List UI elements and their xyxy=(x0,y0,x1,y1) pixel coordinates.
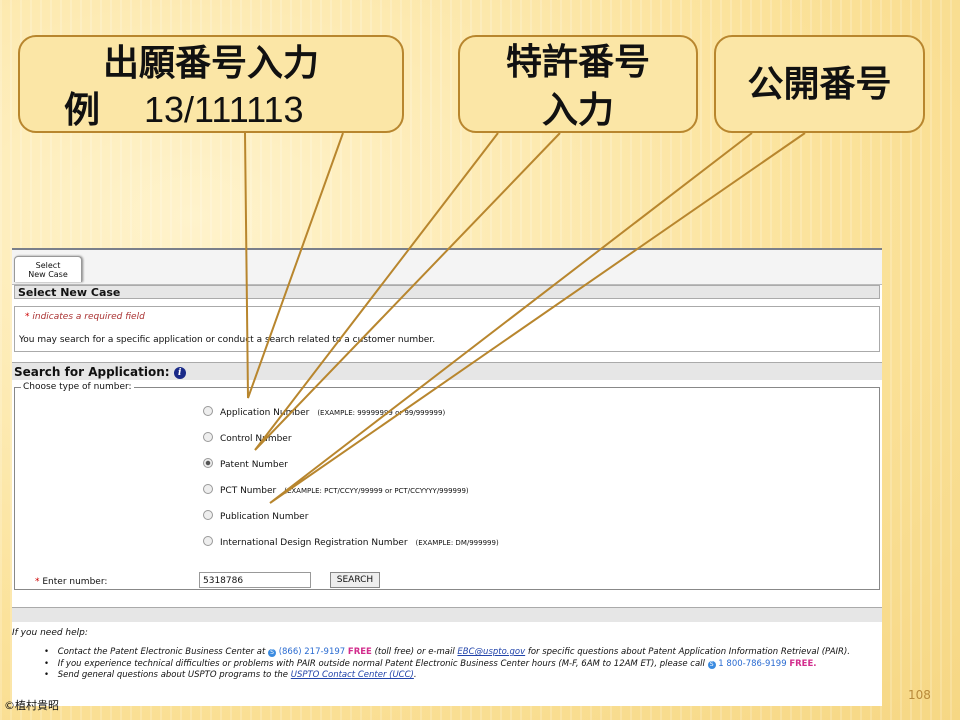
enter-number-label: * Enter number: xyxy=(35,577,107,587)
option-pct-number[interactable]: PCT Number (EXAMPLE: PCT/CCYY/99999 or PC… xyxy=(203,484,469,496)
search-button[interactable]: SEARCH xyxy=(330,572,380,588)
callout-patent-number: 特許番号 入力 xyxy=(458,35,698,133)
required-star: * xyxy=(35,577,40,587)
intro-text: You may search for a specific applicatio… xyxy=(19,335,436,345)
phone-link[interactable]: 1 800-786-9199 xyxy=(718,659,786,669)
callout-publication-number: 公開番号 xyxy=(714,35,925,133)
free-label: FREE xyxy=(347,647,372,657)
help-item-contact: Contact the Patent Electronic Business C… xyxy=(44,647,850,659)
option-application-number[interactable]: Application Number (EXAMPLE: 99999999 or … xyxy=(203,406,445,418)
option-label: International Design Registration Number xyxy=(220,538,408,548)
option-label: Control Number xyxy=(220,434,292,444)
radio-pct-number[interactable] xyxy=(203,484,213,494)
radio-international-design-number[interactable] xyxy=(203,536,213,546)
radio-publication-number[interactable] xyxy=(203,510,213,520)
callout-application-number: 出願番号入力 例 13/111113 xyxy=(18,35,404,133)
required-note-text: indicates a required field xyxy=(32,312,145,322)
info-icon[interactable]: i xyxy=(173,367,186,379)
option-patent-number[interactable]: Patent Number xyxy=(203,458,288,470)
callout-example-prefix: 例 xyxy=(64,90,101,131)
search-heading: Search for Application: i xyxy=(12,362,882,380)
option-label: PCT Number xyxy=(220,486,277,496)
tab-select-new-case[interactable]: Select New Case xyxy=(14,256,82,282)
help-text: If you experience technical difficulties… xyxy=(57,658,705,669)
callout-example-number: 13/111113 xyxy=(144,89,304,130)
option-publication-number[interactable]: Publication Number xyxy=(203,510,308,522)
email-link[interactable]: EBC@uspto.gov xyxy=(457,647,525,657)
free-label: FREE. xyxy=(789,658,817,669)
ucc-link[interactable]: USPTO Contact Center (UCC) xyxy=(291,670,414,680)
callout-application-title: 出願番号入力 xyxy=(102,43,319,84)
pair-search-panel: Select New Case Select New Case * indica… xyxy=(12,248,882,706)
help-item-technical: If you experience technical difficulties… xyxy=(44,659,850,671)
tab-label-line2: New Case xyxy=(28,270,68,279)
required-star: * xyxy=(25,312,30,322)
search-heading-text: Search for Application: xyxy=(14,365,170,379)
phone-link[interactable]: (866) 217-9197 xyxy=(279,647,345,657)
copyright-text: ©植村貴昭 xyxy=(4,699,59,712)
tab-label-line1: Select xyxy=(35,261,61,270)
help-item-general: Send general questions about USPTO progr… xyxy=(44,670,850,682)
callout-publication-line1: 公開番号 xyxy=(747,64,892,105)
radio-control-number[interactable] xyxy=(203,432,213,442)
callout-application-example: 例 13/111113 xyxy=(64,89,304,132)
help-list: Contact the Patent Electronic Business C… xyxy=(42,647,850,682)
skype-icon: S xyxy=(707,660,716,669)
notice-box: * indicates a required field You may sea… xyxy=(14,306,880,352)
option-label: Patent Number xyxy=(220,460,288,470)
option-control-number[interactable]: Control Number xyxy=(203,432,292,444)
option-label: Publication Number xyxy=(220,512,309,522)
option-example: (EXAMPLE: PCT/CCYY/99999 or PCT/CCYYYY/9… xyxy=(284,487,469,495)
callout-patent-line2: 入力 xyxy=(541,90,614,131)
callout-patent-line1: 特許番号 xyxy=(505,42,650,83)
tab-bar: Select New Case xyxy=(12,250,882,285)
option-example: (EXAMPLE: 99999999 or 99/999999) xyxy=(317,409,446,417)
help-text: Contact the Patent Electronic Business C… xyxy=(57,647,266,657)
section-title: Select New Case xyxy=(14,285,880,299)
radio-application-number[interactable] xyxy=(203,406,213,416)
enter-number-text: Enter number: xyxy=(42,577,108,587)
help-text: . xyxy=(413,670,417,680)
help-text: Send general questions about USPTO progr… xyxy=(57,670,289,680)
required-note: * indicates a required field xyxy=(25,312,145,322)
skype-icon: S xyxy=(268,649,276,657)
number-input[interactable]: 5318786 xyxy=(199,572,311,588)
option-example: (EXAMPLE: DM/999999) xyxy=(415,539,499,547)
option-international-design-number[interactable]: International Design Registration Number… xyxy=(203,536,499,548)
radio-patent-number[interactable] xyxy=(203,458,213,468)
option-label: Application Number xyxy=(220,408,310,418)
help-text: for specific questions about Patent Appl… xyxy=(527,647,850,657)
help-divider-bar xyxy=(12,607,882,622)
help-title: If you need help: xyxy=(12,628,88,638)
help-text: (toll free) or e-mail xyxy=(374,647,455,657)
number-type-fieldset: Choose type of number: Application Numbe… xyxy=(14,382,880,590)
page-number: 108 xyxy=(908,688,931,702)
fieldset-legend: Choose type of number: xyxy=(23,382,132,392)
